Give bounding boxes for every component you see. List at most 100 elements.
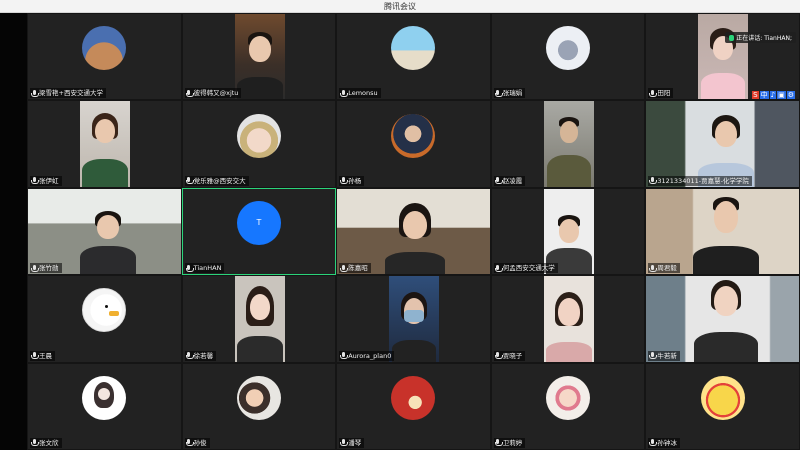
- participant-name: 孙俊: [193, 438, 207, 447]
- participant-avatar: [82, 26, 127, 71]
- participant-video: [234, 276, 285, 362]
- title-bar: 腾讯会议: [0, 0, 800, 13]
- participant-video: [646, 276, 799, 362]
- participant-video: [698, 14, 749, 100]
- participant-video: [80, 101, 130, 187]
- participant-name: 徐若馨: [193, 351, 214, 360]
- microphone-icon: [494, 89, 503, 97]
- participant-tile[interactable]: Lemonsu: [336, 13, 491, 101]
- participant-nameplate: 王晨: [30, 350, 55, 361]
- participant-tile[interactable]: 孙俊: [181, 362, 337, 450]
- speaking-mic-icon: [729, 34, 735, 41]
- microphone-icon: [649, 352, 658, 360]
- participant-video: [543, 101, 594, 187]
- participant-nameplate: 张竹勋: [30, 263, 62, 274]
- participant-name: 田阳: [657, 89, 671, 98]
- participant-name: Aurora_plan0: [348, 351, 392, 360]
- participant-name: 潘琴: [348, 438, 362, 447]
- microphone-icon: [494, 264, 503, 272]
- participant-avatar: [546, 26, 591, 71]
- tray-icon[interactable]: S: [752, 91, 759, 99]
- participant-nameplate: 赵凌霞: [493, 175, 526, 186]
- participant-tile[interactable]: 张文欣: [27, 362, 182, 450]
- microphone-icon: [340, 177, 349, 185]
- microphone-icon: [185, 352, 194, 360]
- microphone-icon: [31, 264, 39, 272]
- participant-name: 张瑞娟: [502, 89, 523, 98]
- participant-tile[interactable]: 张瑞娟: [490, 13, 646, 101]
- participant-tile[interactable]: 卫莉婷: [490, 362, 646, 450]
- participant-tile[interactable]: 赵凌霞: [490, 100, 646, 188]
- participant-nameplate: 孙杨: [339, 175, 365, 186]
- tray-icon[interactable]: ▣: [777, 91, 786, 99]
- participant-avatar: [546, 375, 591, 420]
- participant-nameplate: 牛若新: [648, 350, 680, 361]
- participant-nameplate: 彼得韩又@xjtu: [184, 88, 242, 99]
- participant-nameplate: 梁雪艳+西安交通大学: [30, 88, 106, 99]
- microphone-icon: [31, 439, 39, 447]
- participant-nameplate: Aurora_plan0: [339, 350, 395, 361]
- microphone-icon: [185, 264, 194, 272]
- participant-tile[interactable]: 何孟西安交通大学: [490, 187, 646, 276]
- participant-tile[interactable]: 王晨: [27, 275, 182, 363]
- participant-avatar: [700, 375, 745, 420]
- participant-tile[interactable]: 陈嘉昭: [336, 187, 491, 276]
- microphone-icon: [31, 89, 39, 97]
- participant-name: 赵凌霞: [502, 176, 523, 185]
- tray-icon[interactable]: 中: [759, 91, 769, 99]
- microphone-icon: [340, 352, 349, 360]
- participant-nameplate: 何孟西安交通大学: [493, 263, 558, 274]
- participant-initial-avatar: T: [236, 200, 281, 245]
- microphone-icon: [649, 177, 658, 185]
- participant-tile[interactable]: 周君毅: [645, 187, 800, 276]
- participant-nameplate: 3121334011-贾嘉慧-化学学院: [648, 175, 752, 186]
- participant-tile[interactable]: Aurora_plan0: [336, 275, 491, 363]
- participant-name: 孙杨: [348, 176, 362, 185]
- participant-tile[interactable]: 张竹勋: [27, 187, 182, 276]
- participant-tile[interactable]: 徐若馨: [181, 275, 337, 363]
- left-panel: [0, 13, 27, 450]
- participant-name: 王晨: [39, 351, 52, 360]
- input-method-tray[interactable]: S 中 ♪ ▣ ⚙: [752, 91, 795, 99]
- window-title: 腾讯会议: [384, 2, 416, 11]
- participant-avatar: [236, 375, 281, 420]
- participant-tile[interactable]: 党乐雅@西安交大: [181, 100, 337, 188]
- participant-name: 张竹勋: [39, 264, 59, 273]
- participant-nameplate: 张文欣: [30, 437, 62, 448]
- participant-video: [543, 188, 594, 275]
- participant-tile[interactable]: 牛若新: [645, 275, 800, 363]
- participant-name: 贾晓子: [502, 351, 523, 360]
- participant-tile[interactable]: 张伊虹: [27, 100, 182, 188]
- participant-tile[interactable]: 正在讲话: TianHAN; S 中 ♪ ▣ ⚙ 田阳: [645, 13, 800, 101]
- microphone-icon: [649, 264, 658, 272]
- participant-name: 陈嘉昭: [348, 264, 368, 273]
- participant-nameplate: 徐若馨: [184, 350, 217, 361]
- participant-nameplate: 周君毅: [648, 263, 680, 274]
- participant-avatar: [82, 288, 127, 333]
- participant-name: Lemonsu: [348, 89, 378, 98]
- microphone-icon: [185, 439, 194, 447]
- participant-name: 周君毅: [657, 264, 677, 273]
- participant-tile[interactable]: 孙杨: [336, 100, 491, 188]
- participant-name: 牛若新: [657, 351, 677, 360]
- participant-tile[interactable]: 3121334011-贾嘉慧-化学学院: [645, 100, 800, 188]
- participant-video: [389, 276, 440, 362]
- participant-nameplate: TianHAN: [184, 263, 225, 274]
- participant-avatar: [236, 113, 281, 158]
- microphone-icon: [649, 89, 658, 97]
- participant-nameplate: 党乐雅@西安交大: [184, 175, 249, 186]
- participant-tile-active-speaker[interactable]: T TianHAN: [181, 187, 337, 276]
- microphone-icon: [649, 439, 658, 447]
- tray-icon[interactable]: ⚙: [786, 91, 795, 99]
- participant-tile[interactable]: 彼得韩又@xjtu: [181, 13, 337, 101]
- participant-nameplate: 张瑞娟: [493, 88, 526, 99]
- participant-name: TianHAN: [193, 264, 222, 273]
- participant-tile[interactable]: 梁雪艳+西安交通大学: [27, 13, 182, 101]
- participant-tile[interactable]: 潘琴: [336, 362, 491, 450]
- participant-tile[interactable]: 孙钟冰: [645, 362, 800, 450]
- microphone-icon: [31, 177, 39, 185]
- tray-icon[interactable]: ♪: [769, 91, 777, 99]
- participant-tile[interactable]: 贾晓子: [490, 275, 646, 363]
- microphone-icon: [185, 177, 194, 185]
- microphone-icon: [31, 352, 39, 360]
